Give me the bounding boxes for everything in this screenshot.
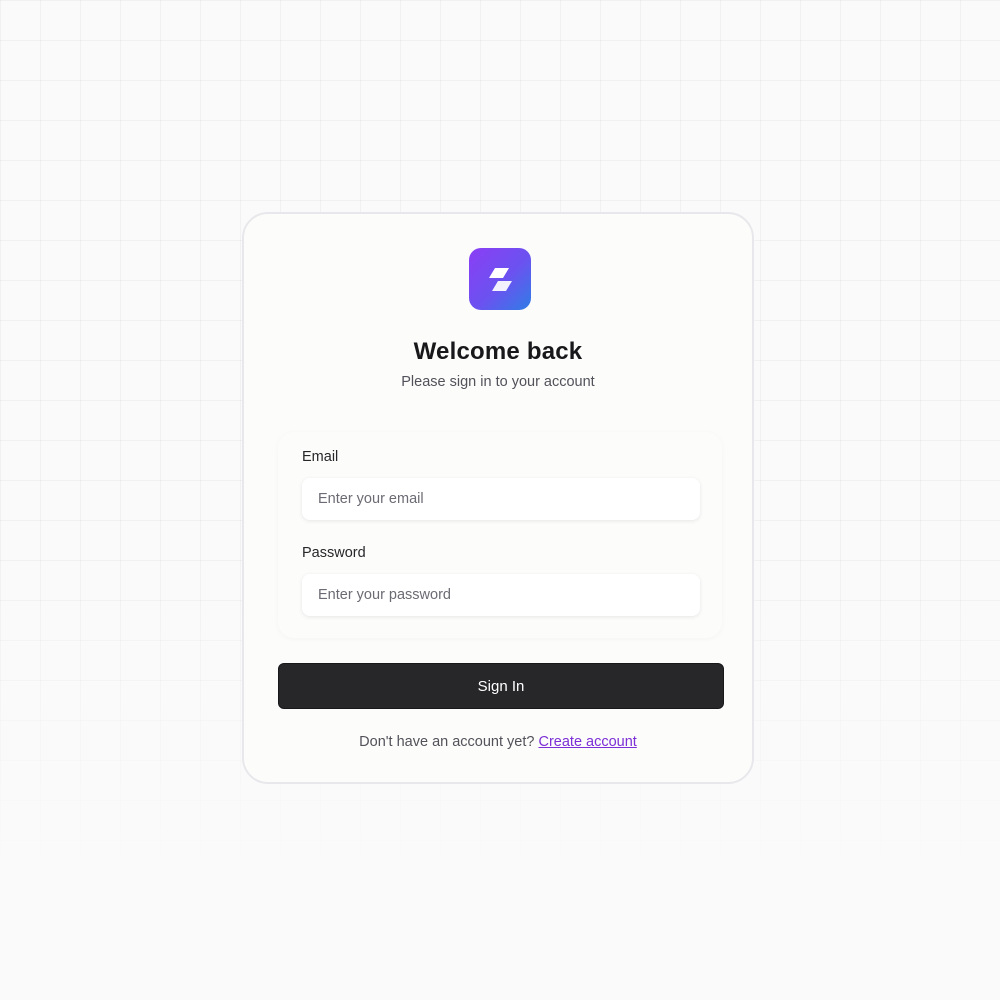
page-subtitle: Please sign in to your account xyxy=(401,374,595,390)
sign-in-button[interactable]: Sign In xyxy=(278,663,724,709)
email-label: Email xyxy=(302,449,339,465)
create-account-link[interactable]: Create account xyxy=(538,734,636,750)
signup-prompt-text: Don't have an account yet? xyxy=(359,734,535,750)
signup-prompt: Don't have an account yet? Create accoun… xyxy=(244,734,752,750)
password-label: Password xyxy=(302,545,366,561)
email-field[interactable] xyxy=(302,478,700,520)
password-field[interactable] xyxy=(302,574,700,616)
page-title: Welcome back xyxy=(413,338,583,365)
login-card: Welcome back Please sign in to your acco… xyxy=(242,212,754,784)
login-form: Email Password xyxy=(278,432,722,638)
parallelogram-stack-icon xyxy=(489,268,512,291)
app-logo xyxy=(469,248,531,310)
